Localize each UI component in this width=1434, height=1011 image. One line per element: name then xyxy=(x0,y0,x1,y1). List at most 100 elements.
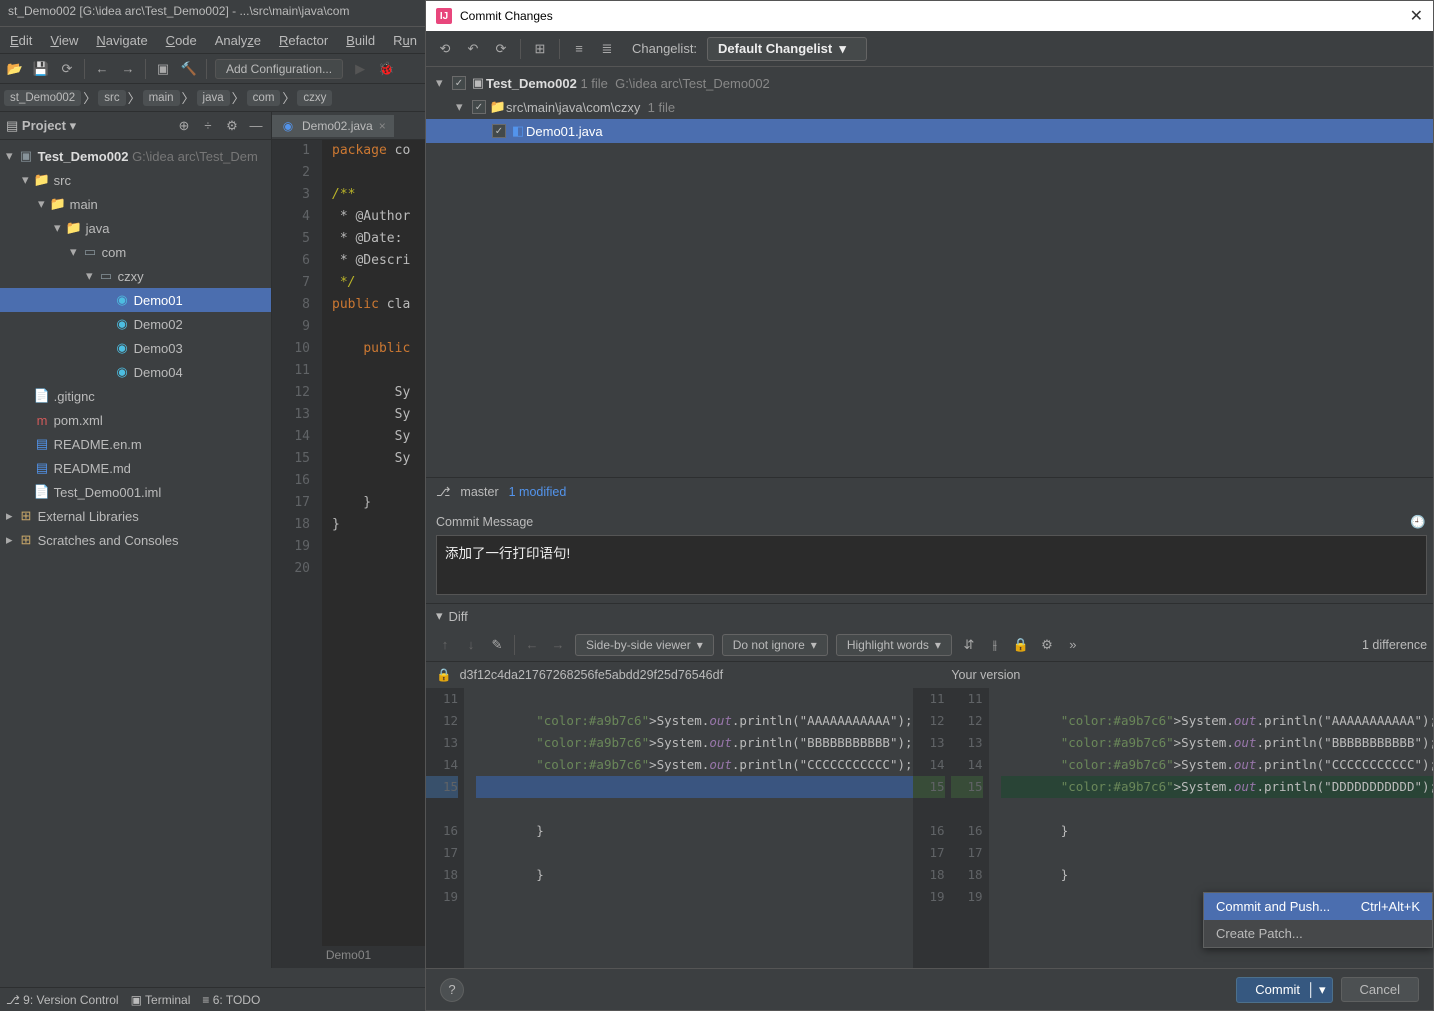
tree-item[interactable]: 📄 Test_Demo001.iml xyxy=(0,480,271,504)
modified-count[interactable]: 1 modified xyxy=(509,485,567,499)
back-icon[interactable]: ← xyxy=(93,60,111,78)
tree-item[interactable]: ◉ Demo01 xyxy=(0,288,271,312)
code-editor[interactable]: package co /** * @Author * @Date: * @Des… xyxy=(322,140,425,946)
forward-icon[interactable]: → xyxy=(119,60,137,78)
branch-name[interactable]: master xyxy=(460,485,498,499)
status-tab-vcs[interactable]: ⎇ 9: Version Control xyxy=(6,993,119,1007)
debug-icon[interactable]: 🐞 xyxy=(377,60,395,78)
ignore-select[interactable]: Do not ignore ▾ xyxy=(722,634,828,656)
build-icon[interactable]: ▣ xyxy=(154,60,172,78)
main-menu-bar: Edit View Navigate Code Analyze Refactor… xyxy=(0,27,425,54)
editor-gutter: 1234567891011121314151617181920 xyxy=(272,140,322,946)
checkbox[interactable] xyxy=(472,100,486,114)
back-icon[interactable]: ← xyxy=(523,636,541,654)
intellij-icon: IJ xyxy=(436,8,452,24)
expand-icon[interactable]: ≡ xyxy=(570,40,588,58)
help-button[interactable]: ? xyxy=(440,978,464,1002)
status-tab-terminal[interactable]: ▣ Terminal xyxy=(131,993,191,1007)
next-change-icon[interactable]: ↓ xyxy=(462,636,480,654)
menu-code[interactable]: Code xyxy=(158,30,205,51)
sync-icon[interactable]: ⟳ xyxy=(58,60,76,78)
menu-view[interactable]: View xyxy=(42,30,86,51)
commit-and-push-item[interactable]: Commit and Push...Ctrl+Alt+K xyxy=(1204,893,1432,920)
tab-label: Demo02.java xyxy=(302,119,373,133)
open-icon[interactable]: 📂 xyxy=(6,60,24,78)
collapse-unchanged-icon[interactable]: ⇵ xyxy=(960,636,978,654)
ide-title-fragment: st_Demo002 [G:\idea arc\Test_Demo002] - … xyxy=(0,0,425,27)
hide-icon[interactable]: — xyxy=(247,117,265,135)
history-icon[interactable]: 🕘 xyxy=(1409,513,1427,531)
separator xyxy=(145,59,146,79)
close-icon[interactable]: ✕ xyxy=(1410,6,1423,26)
changed-files-tree[interactable]: ▾ ▣ Test_Demo002 1 file G:\idea arc\Test… xyxy=(426,67,1433,477)
tree-item[interactable]: ▤ README.en.m xyxy=(0,432,271,456)
menu-edit[interactable]: Edit xyxy=(2,30,40,51)
crumb[interactable]: java xyxy=(197,90,230,106)
checkbox[interactable] xyxy=(452,76,466,90)
commit-button[interactable]: Commit │ ▾ xyxy=(1236,977,1332,1003)
more-icon[interactable]: » xyxy=(1064,636,1082,654)
run-config-select[interactable]: Add Configuration... xyxy=(215,59,343,79)
sync-icon[interactable]: ⟳ xyxy=(492,40,510,58)
tree-item[interactable]: ◉ Demo04 xyxy=(0,360,271,384)
cancel-button[interactable]: Cancel xyxy=(1341,977,1419,1002)
crumb[interactable]: st_Demo002 xyxy=(4,90,81,106)
separator xyxy=(84,59,85,79)
tree-item[interactable]: 📄 .gitignc xyxy=(0,384,271,408)
crumb[interactable]: com xyxy=(247,90,281,106)
close-icon[interactable]: × xyxy=(379,119,386,133)
rev-left: d3f12c4da21767268256fe5abdd29f25d76546df xyxy=(460,668,944,682)
group-icon[interactable]: ⊞ xyxy=(531,40,549,58)
tree-item[interactable]: ▾📁 src xyxy=(0,168,271,192)
create-patch-item[interactable]: Create Patch... xyxy=(1204,920,1432,947)
edit-icon[interactable]: ✎ xyxy=(488,636,506,654)
dialog-titlebar: IJ Commit Changes ✕ xyxy=(426,1,1433,31)
separator xyxy=(559,39,560,59)
checkbox[interactable] xyxy=(492,124,506,138)
refresh-icon[interactable]: ⟲ xyxy=(436,40,454,58)
crumb[interactable]: main xyxy=(143,90,180,106)
lock-icon[interactable]: 🔒 xyxy=(1012,636,1030,654)
tree-item[interactable]: ▾📁 java xyxy=(0,216,271,240)
tree-item[interactable]: m pom.xml xyxy=(0,408,271,432)
viewer-mode-select[interactable]: Side-by-side viewer ▾ xyxy=(575,634,714,656)
tree-item[interactable]: ▾📁 main xyxy=(0,192,271,216)
folder-icon: 📁 xyxy=(490,99,506,115)
hammer-icon[interactable]: 🔨 xyxy=(180,60,198,78)
menu-run[interactable]: Run xyxy=(385,30,425,51)
menu-navigate[interactable]: Navigate xyxy=(88,30,155,51)
run-icon[interactable]: ▶ xyxy=(351,60,369,78)
collapse-icon[interactable]: ▾ xyxy=(436,608,443,624)
sync-scroll-icon[interactable]: ⫲ xyxy=(986,636,1004,654)
changed-file-row[interactable]: ◧ Demo01.java xyxy=(426,119,1433,143)
collapse-icon[interactable]: ≣ xyxy=(598,40,616,58)
ide-main-window: st_Demo002 [G:\idea arc\Test_Demo002] - … xyxy=(0,0,425,1011)
gear-icon[interactable]: ⚙ xyxy=(1038,636,1056,654)
tree-item[interactable]: ▾▭ czxy xyxy=(0,264,271,288)
crumb[interactable]: czxy xyxy=(297,90,332,106)
prev-change-icon[interactable]: ↑ xyxy=(436,636,454,654)
forward-icon[interactable]: → xyxy=(549,636,567,654)
editor-tab[interactable]: ◉ Demo02.java × xyxy=(272,115,394,137)
tree-item[interactable]: ◉ Demo02 xyxy=(0,312,271,336)
project-view-dropdown[interactable]: ▤ Project ▾ xyxy=(6,118,76,134)
tree-item[interactable]: ▤ README.md xyxy=(0,456,271,480)
lock-icon: 🔒 xyxy=(436,668,452,683)
locate-icon[interactable]: ⊕ xyxy=(175,117,193,135)
crumb[interactable]: src xyxy=(98,90,125,106)
commit-changes-dialog: IJ Commit Changes ✕ ⟲ ↶ ⟳ ⊞ ≡ ≣ Changeli… xyxy=(425,0,1434,1011)
gear-icon[interactable]: ⚙ xyxy=(223,117,241,135)
menu-refactor[interactable]: Refactor xyxy=(271,30,336,51)
save-icon[interactable]: 💾 xyxy=(32,60,50,78)
project-icon: ▣ xyxy=(470,75,486,91)
status-tab-todo[interactable]: ≡ 6: TODO xyxy=(202,993,260,1007)
highlight-select[interactable]: Highlight words ▾ xyxy=(836,634,952,656)
menu-analyze[interactable]: Analyze xyxy=(207,30,269,51)
menu-build[interactable]: Build xyxy=(338,30,383,51)
tree-item[interactable]: ◉ Demo03 xyxy=(0,336,271,360)
tree-item[interactable]: ▾▭ com xyxy=(0,240,271,264)
undo-icon[interactable]: ↶ xyxy=(464,40,482,58)
commit-message-input[interactable]: 添加了一行打印语句! xyxy=(436,535,1427,595)
changelist-select[interactable]: Default Changelist ▾ xyxy=(707,37,867,61)
collapse-icon[interactable]: ÷ xyxy=(199,117,217,135)
